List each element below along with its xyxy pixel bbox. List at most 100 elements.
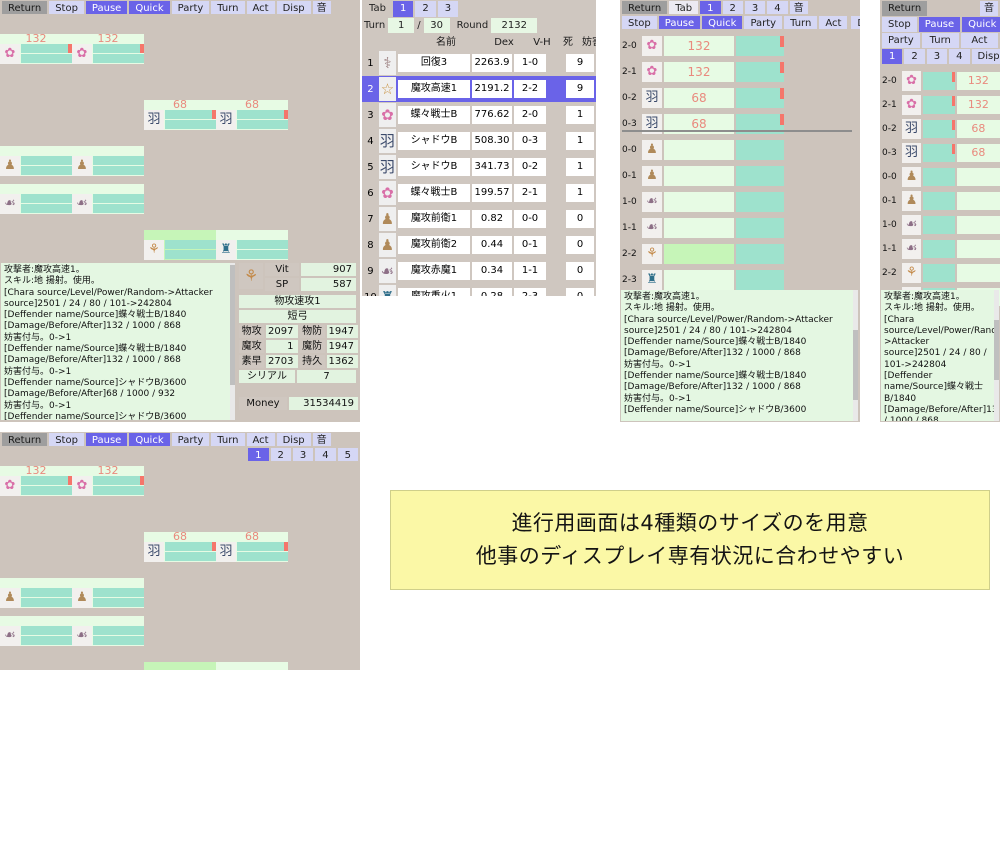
stop-button[interactable]: Stop	[882, 17, 917, 32]
list-item[interactable]: 2-2 ⚘	[880, 262, 1000, 284]
field-unit[interactable]: ♜	[216, 230, 288, 260]
battle-log-large[interactable]: 攻撃者:魔攻高速1。 スキル:地 揚射。使用。 [Chara source/Leve…	[1, 263, 235, 420]
list-item[interactable]: 2-1 ✿ 132	[880, 94, 1000, 116]
table-row[interactable]: 7 ♟ 魔攻前衛1 0.82 0-0 0	[362, 206, 596, 232]
pause-button[interactable]: Pause	[85, 433, 128, 446]
field-unit[interactable]: ♟	[72, 578, 144, 608]
tab-2[interactable]: 2	[904, 49, 925, 64]
quick-button[interactable]: Quick	[129, 433, 170, 446]
list-item[interactable]: 1-1 ☙	[620, 216, 860, 240]
table-row[interactable]: 4 羽シャドウB 508.30 0-3 1	[362, 128, 596, 154]
page-3[interactable]: 3	[292, 448, 314, 461]
party-button[interactable]: Party	[744, 16, 783, 29]
pause-button[interactable]: Pause	[658, 16, 701, 29]
turn-button[interactable]: Turn	[211, 433, 245, 446]
table-row[interactable]: 5 羽シャドウB 341.73 0-2 1	[362, 154, 596, 180]
log-scroll-thumb[interactable]	[230, 265, 235, 385]
list-item[interactable]: 0-0 ♟	[880, 166, 1000, 188]
tab-label[interactable]: Tab	[669, 1, 699, 14]
table-row[interactable]: 9 ☙ 魔攻赤魔1 0.34 1-1 0	[362, 258, 596, 284]
log-scrollbar[interactable]	[853, 290, 858, 421]
stop-button[interactable]: Stop	[49, 433, 84, 446]
page-5[interactable]: 5	[337, 448, 358, 461]
stop-button[interactable]: Stop	[622, 16, 657, 29]
battle-log-medium[interactable]: 攻撃者:魔攻高速1。 スキル:地 揚射。使用。 [Chara source/Leve…	[621, 290, 858, 421]
tab-1[interactable]: 1	[392, 1, 414, 17]
tab-2[interactable]: 2	[722, 1, 743, 14]
battle-log-narrow[interactable]: 攻撃者:魔攻高速1。 スキル:地 揚射。使用。 [Chara source/Leve…	[881, 290, 999, 421]
field-unit[interactable]: ⚘	[144, 662, 216, 670]
quick-button[interactable]: Quick	[702, 16, 743, 29]
list-item[interactable]: 0-0 ♟	[620, 138, 860, 162]
table-row[interactable]: 1 ⚕ 回復3 2263.9 1-0 9	[362, 50, 596, 76]
field-unit[interactable]: ☙	[0, 184, 72, 214]
turn-button[interactable]: Turn	[784, 16, 818, 29]
party-button[interactable]: Party	[882, 33, 920, 48]
list-item[interactable]: 0-3 羽 68	[620, 112, 860, 136]
list-item[interactable]: 2-1 ✿ 132	[620, 60, 860, 84]
disp-button[interactable]: Disp	[971, 49, 1000, 64]
party-button[interactable]: Party	[171, 433, 210, 446]
field-unit[interactable]: 68 羽	[144, 99, 216, 130]
field-unit[interactable]: ♟	[0, 578, 72, 608]
list-item[interactable]: 1-0 ☙	[620, 190, 860, 214]
tab-3[interactable]: 3	[744, 1, 766, 14]
act-button[interactable]: Act	[960, 33, 999, 48]
page-1[interactable]: 1	[248, 448, 269, 461]
party-button[interactable]: Party	[171, 1, 210, 14]
table-row[interactable]: 10♜魔攻重火10.282-3 0	[362, 284, 596, 296]
list-item[interactable]: 1-0 ☙	[880, 214, 1000, 236]
field-unit[interactable]: ♜	[216, 662, 288, 670]
sound-icon[interactable]: 音	[312, 433, 331, 446]
tab-1[interactable]: 1	[882, 49, 903, 64]
list-item[interactable]: 1-1 ☙	[880, 238, 1000, 260]
field-unit[interactable]: ☙	[0, 616, 72, 646]
field-unit[interactable]: ☙	[72, 616, 144, 646]
list-item[interactable]: 0-1 ♟	[620, 164, 860, 188]
pause-button[interactable]: Pause	[85, 1, 128, 14]
field-unit[interactable]: 68 羽	[216, 99, 288, 130]
log-scrollbar[interactable]	[230, 263, 235, 420]
field-unit[interactable]: 132 ✿	[72, 465, 144, 496]
turn-button[interactable]: Turn	[921, 33, 959, 48]
list-item[interactable]: 2-0 ✿ 132	[880, 70, 1000, 92]
log-scroll-thumb[interactable]	[994, 320, 999, 380]
tab-4[interactable]: 4	[949, 49, 970, 64]
field-unit[interactable]: 132 ✿	[72, 33, 144, 64]
tab-1[interactable]: 1	[700, 1, 721, 14]
field-unit[interactable]: 132 ✿	[0, 465, 72, 496]
list-item[interactable]: 0-2 羽 68	[620, 86, 860, 110]
field-unit[interactable]: ⚘	[144, 230, 216, 260]
stop-button[interactable]: Stop	[49, 1, 84, 14]
table-row[interactable]: 3 ✿ 蝶々戦士B 776.62 2-0 1	[362, 102, 596, 128]
return-button[interactable]: Return	[882, 1, 928, 16]
turn-button[interactable]: Turn	[211, 1, 245, 14]
tab-2[interactable]: 2	[415, 1, 436, 17]
tab-3[interactable]: 3	[926, 49, 948, 64]
field-unit[interactable]: ♟	[72, 146, 144, 176]
quick-button[interactable]: Quick	[962, 17, 1000, 32]
sound-icon[interactable]: 音	[312, 1, 331, 14]
sound-icon[interactable]: 音	[789, 1, 808, 14]
pause-button[interactable]: Pause	[918, 17, 961, 32]
list-item[interactable]: 2-2 ⚘	[620, 242, 860, 266]
log-scroll-thumb[interactable]	[853, 330, 858, 400]
disp-button[interactable]: Disp	[276, 1, 311, 14]
sound-icon[interactable]: 音	[980, 1, 998, 16]
tab-3[interactable]: 3	[437, 1, 459, 17]
list-item[interactable]: 0-2 羽 68	[880, 118, 1000, 140]
act-button[interactable]: Act	[819, 16, 848, 29]
field-unit[interactable]: 68 羽	[144, 531, 216, 562]
table-row[interactable]: 2 ☆ 魔攻高速1 2191.2 2-2 9	[362, 76, 596, 102]
list-item[interactable]: 2-0 ✿ 132	[620, 34, 860, 58]
field-unit[interactable]: 132 ✿	[0, 33, 72, 64]
disp-button[interactable]: Disp	[276, 433, 311, 446]
field-unit[interactable]: 68 羽	[216, 531, 288, 562]
page-4[interactable]: 4	[315, 448, 336, 461]
act-button[interactable]: Act	[246, 1, 275, 14]
field-unit[interactable]: ♟	[0, 146, 72, 176]
log-scrollbar[interactable]	[994, 290, 999, 421]
disp-button[interactable]: Disp	[851, 16, 860, 29]
return-button[interactable]: Return	[2, 433, 48, 446]
tab-4[interactable]: 4	[767, 1, 788, 14]
